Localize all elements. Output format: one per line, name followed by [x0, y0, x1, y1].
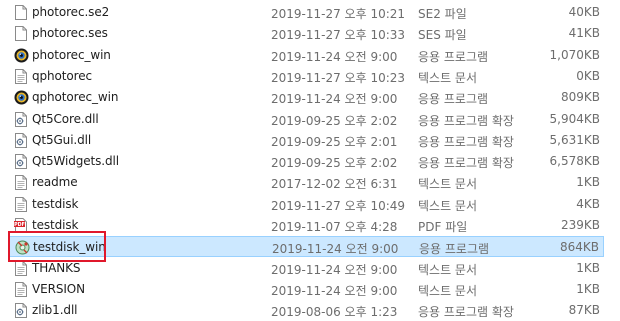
file-type: 텍스트 문서 [418, 177, 478, 192]
file-modified-date: 2019-09-25 오후 2:01 [271, 134, 398, 149]
file-size: 1KB [576, 260, 600, 275]
file-type: 응용 프로그램 [418, 49, 489, 64]
file-name: Qt5Core.dll [32, 111, 99, 126]
dll-file-icon [14, 132, 28, 148]
file-name: qphotorec_win [32, 90, 119, 105]
file-size: 5,904KB [549, 111, 600, 126]
file-name: testdisk [32, 196, 79, 211]
file-modified-date: 2017-12-02 오전 6:31 [271, 177, 398, 192]
file-modified-date: 2019-11-24 오전 9:00 [271, 49, 398, 64]
file-modified-date: 2019-11-27 오후 10:33 [271, 28, 406, 43]
file-modified-date: 2019-11-27 오후 10:21 [271, 7, 406, 21]
file-type: PDF 파일 [418, 220, 468, 234]
file-modified-date: 2019-11-07 오후 4:28 [271, 220, 398, 234]
file-modified-date: 2019-11-24 오전 9:00 [272, 242, 399, 257]
text-file-icon [14, 260, 28, 276]
file-size: 4KB [576, 196, 600, 211]
file-row[interactable]: zlib1.dll 2019-08-06 오후 1:23 응용 프로그램 확장 87K… [8, 300, 604, 321]
file-type: 텍스트 문서 [418, 283, 478, 298]
file-size: 1,070KB [549, 47, 600, 62]
annotation-highlight-box [8, 231, 106, 262]
file-size: 5,631KB [549, 132, 600, 147]
file-row[interactable]: qphotorec 2019-11-27 오후 10:23 텍스트 문서 0KB [8, 66, 604, 87]
file-name: Qt5Gui.dll [32, 132, 92, 147]
file-size: 809KB [560, 90, 600, 105]
photorec-app-icon [14, 48, 29, 63]
file-size: 40KB [568, 5, 600, 19]
text-file-icon [14, 68, 28, 84]
file-modified-date: 2019-11-27 오후 10:23 [271, 70, 406, 85]
file-modified-date: 2019-09-25 오후 2:02 [271, 113, 398, 128]
file-row[interactable]: photorec_win 2019-11-24 오전 9:00 응용 프로그램 1,0… [8, 45, 604, 66]
file-row[interactable]: photorec.se2 2019-11-27 오후 10:21 SE2 파일 40K… [8, 2, 604, 23]
file-name: zlib1.dll [32, 303, 78, 318]
file-size: 239KB [560, 218, 600, 232]
file-type: 응용 프로그램 확장 [418, 113, 514, 128]
file-row[interactable]: Qt5Widgets.dll 2019-09-25 오후 2:02 응용 프로그램 … [8, 151, 604, 172]
file-type: 응용 프로그램 [418, 92, 489, 107]
file-type: SES 파일 [418, 28, 467, 43]
file-name: qphotorec [32, 68, 92, 83]
file-modified-date: 2019-08-06 오후 1:23 [271, 305, 398, 320]
text-file-icon [14, 281, 28, 297]
file-name: THANKS [32, 260, 81, 275]
file-type: 응용 프로그램 확장 [418, 156, 514, 171]
file-name: photorec.ses [32, 26, 108, 41]
file-name: photorec.se2 [32, 5, 110, 19]
file-size: 0KB [576, 68, 600, 83]
file-type: 응용 프로그램 확장 [418, 305, 514, 320]
file-icon [14, 26, 28, 42]
dll-file-icon [14, 111, 28, 127]
file-row[interactable]: readme 2017-12-02 오전 6:31 텍스트 문서 1KB [8, 172, 604, 193]
file-size: 1KB [576, 281, 600, 296]
dll-file-icon [14, 303, 28, 319]
file-size: 41KB [568, 26, 600, 41]
file-size: 6,578KB [549, 154, 600, 169]
file-row[interactable]: Qt5Gui.dll 2019-09-25 오후 2:01 응용 프로그램 확장 5,… [8, 130, 604, 151]
photorec-app-icon [14, 90, 29, 105]
file-name: VERSION [32, 281, 86, 296]
file-type: 텍스트 문서 [418, 262, 478, 277]
file-row[interactable]: testdisk 2019-11-27 오후 10:49 텍스트 문서 4KB [8, 194, 604, 215]
file-size: 87KB [568, 303, 600, 318]
file-row[interactable]: photorec.ses 2019-11-27 오후 10:33 SES 파일 41K… [8, 23, 604, 44]
file-modified-date: 2019-09-25 오후 2:02 [271, 156, 398, 171]
file-type: 응용 프로그램 확장 [418, 134, 514, 149]
file-type: SE2 파일 [418, 7, 467, 21]
file-modified-date: 2019-11-24 오전 9:00 [271, 92, 398, 107]
text-file-icon [14, 175, 28, 191]
dll-file-icon [14, 154, 28, 170]
file-modified-date: 2019-11-24 오전 9:00 [271, 262, 398, 277]
file-row[interactable]: VERSION 2019-11-24 오전 9:00 텍스트 문서 1KB [8, 279, 604, 300]
file-row[interactable]: qphotorec_win 2019-11-24 오전 9:00 응용 프로그램 80… [8, 87, 604, 108]
pdf-icon-label: PDF [14, 222, 25, 228]
text-file-icon [14, 196, 28, 212]
file-row[interactable]: Qt5Core.dll 2019-09-25 오후 2:02 응용 프로그램 확장 5… [8, 109, 604, 130]
file-name: Qt5Widgets.dll [32, 154, 119, 169]
file-name: photorec_win [32, 47, 111, 62]
file-type: 텍스트 문서 [418, 70, 478, 85]
file-type: 텍스트 문서 [418, 198, 478, 213]
file-name: readme [32, 175, 78, 190]
file-modified-date: 2019-11-24 오전 9:00 [271, 283, 398, 298]
file-size: 1KB [576, 175, 600, 190]
file-icon [14, 5, 28, 20]
file-name: testdisk [32, 218, 79, 232]
file-modified-date: 2019-11-27 오후 10:49 [271, 198, 406, 213]
file-type: 응용 프로그램 [419, 242, 490, 257]
file-size: 864KB [559, 240, 599, 255]
